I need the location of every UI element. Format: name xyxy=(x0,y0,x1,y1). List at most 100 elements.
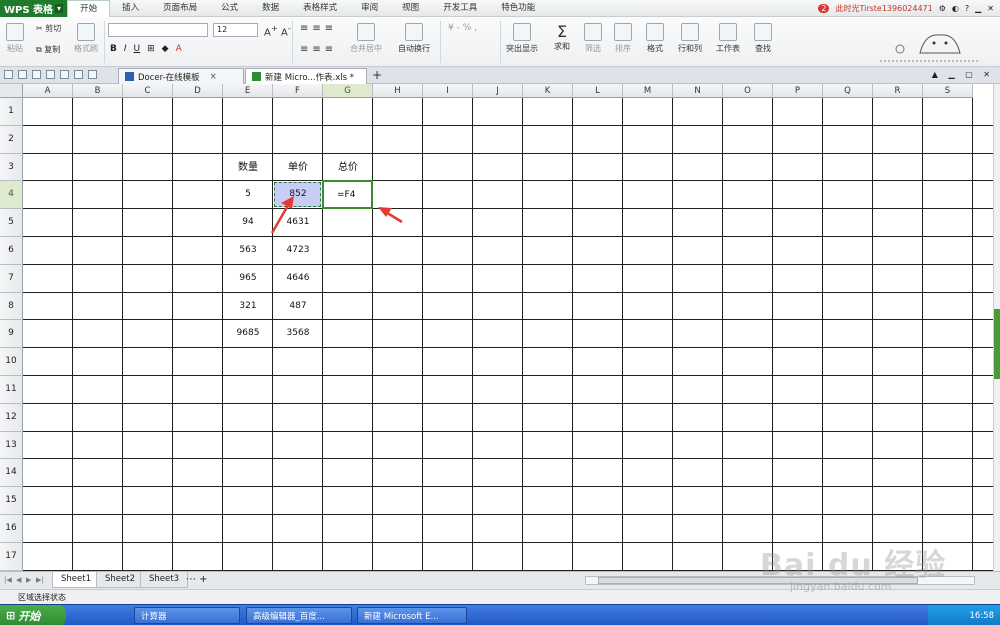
sheet-tab-1[interactable]: Sheet1 xyxy=(52,572,100,588)
row-header-14[interactable]: 14 xyxy=(0,459,23,488)
font-color-icon[interactable]: A xyxy=(176,44,182,54)
tab-docer[interactable]: Docer-在线模板 × xyxy=(118,68,244,84)
help-icon[interactable]: ? xyxy=(965,4,969,13)
align-top-icons[interactable]: ≡≡≡ xyxy=(300,23,337,34)
row-header-11[interactable]: 11 xyxy=(0,376,23,404)
sort-button[interactable]: 排序 xyxy=(614,23,632,54)
column-header-n[interactable]: N xyxy=(673,84,723,98)
spreadsheet-grid[interactable]: A B C D E F G H I J K L M N O P Q R S 1 2 3 4 5 6 7 8 9 10 11 12 13 14 15… xyxy=(0,84,993,571)
first-sheet-icon[interactable]: |◀ xyxy=(4,576,12,584)
row-col-button[interactable]: 行和列 xyxy=(678,23,702,54)
column-header-o[interactable]: O xyxy=(723,84,773,98)
clock[interactable]: 16:58 xyxy=(970,611,995,621)
tab-workbook[interactable]: 新建 Micro...作表.xls * xyxy=(245,68,367,84)
open-icon[interactable] xyxy=(4,70,13,79)
underline-button[interactable]: U xyxy=(134,44,141,54)
menu-insert[interactable]: 插入 xyxy=(110,0,151,17)
column-header-k[interactable]: K xyxy=(523,84,573,98)
vertical-scrollbar[interactable] xyxy=(993,84,1000,571)
column-header-b[interactable]: B xyxy=(73,84,123,98)
menu-data[interactable]: 数据 xyxy=(250,0,291,17)
window-controls[interactable]: ▲ ▁ ▢ ✕ xyxy=(932,70,994,79)
paste-button[interactable]: 粘贴 xyxy=(6,23,24,54)
minimize-icon[interactable]: ▁ xyxy=(975,4,981,13)
format-painter-button[interactable]: 格式刷 xyxy=(74,23,98,54)
row-header-1[interactable]: 1 xyxy=(0,98,23,126)
column-header-r[interactable]: R xyxy=(873,84,923,98)
settings-icon[interactable]: ⚙ xyxy=(939,4,946,13)
row-header-16[interactable]: 16 xyxy=(0,515,23,543)
menu-home[interactable]: 开始 xyxy=(67,0,111,17)
row-header-13[interactable]: 13 xyxy=(0,431,23,460)
menu-review[interactable]: 审阅 xyxy=(349,0,390,17)
fill-color-icon[interactable]: ◆ xyxy=(162,44,169,54)
app-logo-button[interactable]: WPS 表格 ▾ xyxy=(0,0,68,17)
highlight-button[interactable]: 突出显示 xyxy=(506,23,538,54)
column-header-j[interactable]: J xyxy=(473,84,523,98)
row-header-8[interactable]: 8 xyxy=(0,292,23,321)
new-tab-button[interactable]: + xyxy=(372,68,382,82)
row-header-4[interactable]: 4 xyxy=(0,181,23,210)
font-size-select[interactable]: 12 xyxy=(213,23,258,37)
column-header-c[interactable]: C xyxy=(123,84,173,98)
undo-icon[interactable] xyxy=(74,70,83,79)
save-icon[interactable] xyxy=(18,70,27,79)
menu-features[interactable]: 特色功能 xyxy=(489,0,547,17)
border-icon[interactable]: ⊞ xyxy=(147,44,155,54)
prev-sheet-icon[interactable]: ◀ xyxy=(16,576,21,584)
column-header-e[interactable]: E xyxy=(223,84,273,98)
menu-formulas[interactable]: 公式 xyxy=(209,0,250,17)
row-header-17[interactable]: 17 xyxy=(0,542,23,571)
column-header-q[interactable]: Q xyxy=(823,84,873,98)
row-header-10[interactable]: 10 xyxy=(0,348,23,376)
copy-button[interactable]: ⧉ 复制 xyxy=(36,44,60,55)
merge-center-button[interactable]: 合并居中 xyxy=(350,23,382,54)
close-tab-icon[interactable]: × xyxy=(210,72,217,82)
sheet-tab-3[interactable]: Sheet3 xyxy=(140,572,188,588)
row-header-3[interactable]: 3 xyxy=(0,153,23,182)
vertical-scroll-thumb[interactable] xyxy=(994,309,1000,379)
find-button[interactable]: 查找 xyxy=(754,23,772,54)
column-header-h[interactable]: H xyxy=(373,84,423,98)
worksheet-button[interactable]: 工作表 xyxy=(716,23,740,54)
export-icon[interactable] xyxy=(60,70,69,79)
font-family-select[interactable] xyxy=(108,23,208,37)
column-header-l[interactable]: L xyxy=(573,84,623,98)
task-workbook[interactable]: 新建 Microsoft E... xyxy=(357,607,467,624)
row-header-2[interactable]: 2 xyxy=(0,125,23,154)
row-header-9[interactable]: 9 xyxy=(0,320,23,349)
start-button[interactable]: ⊞ 开始 xyxy=(0,605,66,625)
font-grow-button[interactable]: A+ A- xyxy=(264,23,291,38)
close-icon[interactable]: ✕ xyxy=(987,4,994,13)
redo-icon[interactable] xyxy=(88,70,97,79)
notification-badge[interactable]: 2 xyxy=(818,3,830,13)
sheet-tab-2[interactable]: Sheet2 xyxy=(96,572,144,588)
print-icon[interactable] xyxy=(46,70,55,79)
task-editor[interactable]: 高级编辑器_百度... xyxy=(246,607,352,624)
column-header-p[interactable]: P xyxy=(773,84,823,98)
print-preview-icon[interactable] xyxy=(32,70,41,79)
row-header-12[interactable]: 12 xyxy=(0,403,23,432)
number-format-button[interactable]: ¥ - % , xyxy=(448,23,477,33)
column-header-g[interactable]: G xyxy=(323,84,373,98)
next-sheet-icon[interactable]: ▶ xyxy=(26,576,31,584)
column-header-d[interactable]: D xyxy=(173,84,223,98)
format-button[interactable]: 格式 xyxy=(646,23,664,54)
cut-button[interactable]: ✂ 剪切 xyxy=(36,23,61,34)
last-sheet-icon[interactable]: ▶| xyxy=(36,576,44,584)
skin-icon[interactable]: ◐ xyxy=(952,4,959,13)
row-header-7[interactable]: 7 xyxy=(0,264,23,293)
more-sheets-icon[interactable]: ⋯ + xyxy=(186,574,208,585)
column-header-a[interactable]: A xyxy=(23,84,73,98)
user-account[interactable]: 此时光Tirste1396024471 xyxy=(835,3,932,14)
filter-button[interactable]: 筛选 xyxy=(584,23,602,54)
bold-button[interactable]: B xyxy=(110,44,117,54)
italic-button[interactable]: I xyxy=(124,44,127,54)
column-header-i[interactable]: I xyxy=(423,84,473,98)
row-header-5[interactable]: 5 xyxy=(0,209,23,237)
column-header-f[interactable]: F xyxy=(273,84,323,98)
select-all-corner[interactable] xyxy=(0,84,23,98)
wrap-text-button[interactable]: 自动换行 xyxy=(398,23,430,54)
column-header-s[interactable]: S xyxy=(923,84,973,98)
menu-table-style[interactable]: 表格样式 xyxy=(291,0,349,17)
